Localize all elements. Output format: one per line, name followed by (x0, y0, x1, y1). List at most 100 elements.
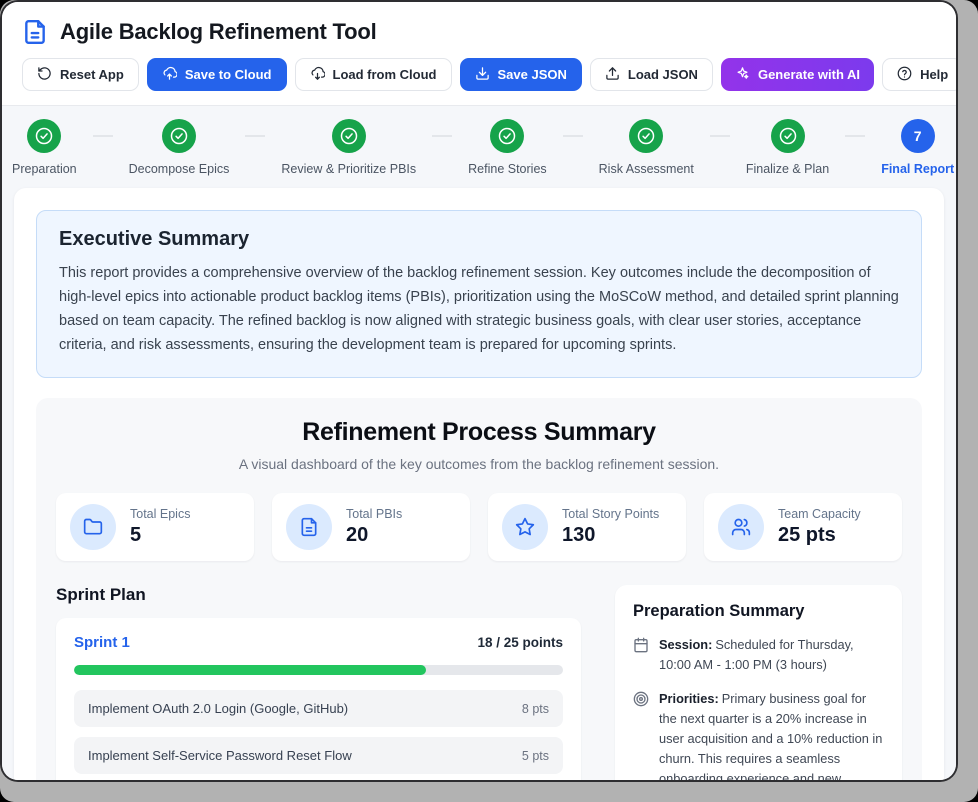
reset-icon (37, 66, 52, 84)
step-risk-assessment[interactable]: Risk Assessment (599, 119, 694, 176)
prep-item-label: Priorities: (659, 691, 719, 706)
step-decompose-epics[interactable]: Decompose Epics (129, 119, 230, 176)
stat-text: Team Capacity 25 pts (778, 507, 861, 547)
folder-icon (70, 504, 116, 550)
load-from-cloud-button[interactable]: Load from Cloud (295, 58, 452, 91)
prep-item-text: Priorities:Primary business goal for the… (659, 689, 884, 780)
save-to-cloud-button[interactable]: Save to Cloud (147, 58, 287, 91)
stat-label: Total Epics (130, 507, 190, 521)
stat-total-story-points: Total Story Points 130 (488, 493, 686, 561)
help-circle-icon (897, 66, 912, 84)
app-window: Agile Backlog Refinement Tool Reset App … (2, 2, 956, 780)
check-circle-icon (162, 119, 196, 153)
target-icon (633, 691, 649, 707)
prep-item-session: Session:Scheduled for Thursday, 10:00 AM… (633, 635, 884, 675)
stat-text: Total Epics 5 (130, 507, 190, 547)
step-connector (563, 135, 583, 137)
prep-item-label: Session: (659, 637, 712, 652)
preparation-summary-title: Preparation Summary (633, 602, 884, 621)
sprint-name: Sprint 1 (74, 634, 130, 651)
load-from-cloud-label: Load from Cloud (333, 67, 437, 82)
step-connector (710, 135, 730, 137)
sprint-item-points: 8 pts (522, 702, 549, 716)
upload-icon (605, 66, 620, 84)
step-review-prioritize-pbis[interactable]: Review & Prioritize PBIs (281, 119, 416, 176)
save-to-cloud-label: Save to Cloud (185, 67, 272, 82)
executive-summary-body: This report provides a comprehensive ove… (59, 261, 899, 357)
toolbar: Reset App Save to Cloud Load from Cloud … (22, 58, 936, 91)
title-row: Agile Backlog Refinement Tool (22, 19, 936, 45)
process-summary-subtitle: A visual dashboard of the key outcomes f… (56, 456, 902, 472)
step-final-report[interactable]: 7 Final Report (881, 119, 954, 176)
step-label: Final Report (881, 162, 954, 176)
step-label: Refine Stories (468, 162, 547, 176)
process-summary-section: Refinement Process Summary A visual dash… (36, 398, 922, 780)
generate-with-ai-button[interactable]: Generate with AI (721, 58, 874, 91)
cloud-download-icon (310, 66, 325, 84)
preparation-summary-card: Preparation Summary Session:Scheduled fo… (615, 585, 902, 780)
summary-columns: Sprint Plan Sprint 1 18 / 25 points (56, 585, 902, 780)
team-icon (718, 504, 764, 550)
step-label: Preparation (12, 162, 77, 176)
capacity-progress-fill (74, 665, 426, 675)
stat-value: 25 pts (778, 524, 861, 547)
sprint-item-name: Implement Self-Service Password Reset Fl… (88, 748, 352, 763)
save-json-button[interactable]: Save JSON (460, 58, 582, 91)
stat-label: Total Story Points (562, 507, 659, 521)
process-summary-title: Refinement Process Summary (56, 418, 902, 447)
help-label: Help (920, 67, 948, 82)
screen-background: Agile Backlog Refinement Tool Reset App … (0, 0, 978, 802)
executive-summary-title: Executive Summary (59, 228, 899, 251)
step-refine-stories[interactable]: Refine Stories (468, 119, 547, 176)
sprint-header: Sprint 1 18 / 25 points (74, 634, 563, 651)
sprint-card: Sprint 1 18 / 25 points Implement OAuth … (56, 618, 581, 780)
stat-text: Total Story Points 130 (562, 507, 659, 547)
sprint-item: Implement OAuth 2.0 Login (Google, GitHu… (74, 690, 563, 727)
stat-total-epics: Total Epics 5 (56, 493, 254, 561)
step-preparation[interactable]: Preparation (12, 119, 77, 176)
check-circle-icon (490, 119, 524, 153)
download-icon (475, 66, 490, 84)
step-label: Review & Prioritize PBIs (281, 162, 416, 176)
sprint-item-name: Implement OAuth 2.0 Login (Google, GitHu… (88, 701, 348, 716)
sprint-plan-heading: Sprint Plan (56, 585, 581, 605)
reset-app-label: Reset App (60, 67, 124, 82)
final-report-card: Executive Summary This report provides a… (14, 188, 944, 780)
stat-value: 5 (130, 524, 190, 547)
capacity-progress-track (74, 665, 563, 675)
stat-value: 130 (562, 524, 659, 547)
step-label: Decompose Epics (129, 162, 230, 176)
step-connector (432, 135, 452, 137)
generate-with-ai-label: Generate with AI (758, 67, 860, 82)
reset-app-button[interactable]: Reset App (22, 58, 139, 91)
step-connector (845, 135, 865, 137)
star-icon (502, 504, 548, 550)
help-button[interactable]: Help (882, 58, 956, 91)
sparkles-icon (735, 66, 750, 84)
step-number-badge: 7 (901, 119, 935, 153)
page-title: Agile Backlog Refinement Tool (60, 19, 377, 45)
prep-item-text: Session:Scheduled for Thursday, 10:00 AM… (659, 635, 884, 675)
step-label: Finalize & Plan (746, 162, 829, 176)
stats-row: Total Epics 5 Total PBIs 20 (56, 493, 902, 561)
stat-value: 20 (346, 524, 402, 547)
sprint-plan-column: Sprint Plan Sprint 1 18 / 25 points (56, 585, 581, 780)
stat-label: Team Capacity (778, 507, 861, 521)
save-json-label: Save JSON (498, 67, 567, 82)
sprint-items: Implement OAuth 2.0 Login (Google, GitHu… (74, 690, 563, 774)
sprint-points: 18 / 25 points (477, 635, 563, 650)
check-circle-icon (27, 119, 61, 153)
stat-total-pbis: Total PBIs 20 (272, 493, 470, 561)
step-finalize-plan[interactable]: Finalize & Plan (746, 119, 829, 176)
calendar-icon (633, 637, 649, 653)
check-circle-icon (629, 119, 663, 153)
cloud-upload-icon (162, 66, 177, 84)
sprint-item: Implement Self-Service Password Reset Fl… (74, 737, 563, 774)
executive-summary-section: Executive Summary This report provides a… (36, 210, 922, 378)
step-label: Risk Assessment (599, 162, 694, 176)
load-json-label: Load JSON (628, 67, 698, 82)
load-json-button[interactable]: Load JSON (590, 58, 713, 91)
prep-item-priorities: Priorities:Primary business goal for the… (633, 689, 884, 780)
check-circle-icon (332, 119, 366, 153)
step-connector (93, 135, 113, 137)
